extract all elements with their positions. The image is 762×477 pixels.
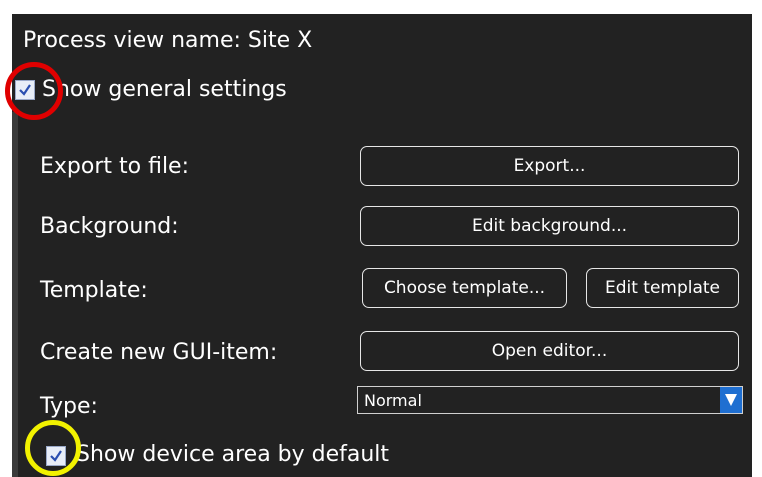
settings-panel: Process view name: Site X Show general s… — [12, 14, 752, 477]
create-gui-item-label: Create new GUI-item: — [40, 340, 278, 365]
type-label: Type: — [40, 394, 98, 419]
left-rail — [12, 112, 18, 477]
open-editor-button[interactable]: Open editor... — [360, 331, 739, 371]
edit-template-button[interactable]: Edit template — [586, 268, 739, 308]
checkmark-icon — [50, 450, 62, 462]
show-general-settings-label: Show general settings — [42, 77, 287, 102]
choose-template-button[interactable]: Choose template... — [362, 268, 567, 308]
show-device-area-label: Show device area by default — [76, 442, 390, 467]
show-device-area-checkbox[interactable] — [46, 446, 66, 466]
export-label: Export to file: — [40, 154, 190, 179]
type-dropdown[interactable]: Normal — [357, 386, 743, 414]
chevron-down-icon[interactable] — [720, 387, 742, 413]
show-general-settings-checkbox[interactable] — [15, 80, 35, 100]
checkmark-icon — [19, 84, 31, 96]
template-label: Template: — [40, 278, 148, 303]
export-button[interactable]: Export... — [360, 146, 739, 186]
type-dropdown-value: Normal — [364, 391, 422, 410]
background-label: Background: — [40, 214, 179, 239]
process-view-name: Process view name: Site X — [23, 28, 313, 53]
edit-background-button[interactable]: Edit background... — [360, 206, 739, 246]
